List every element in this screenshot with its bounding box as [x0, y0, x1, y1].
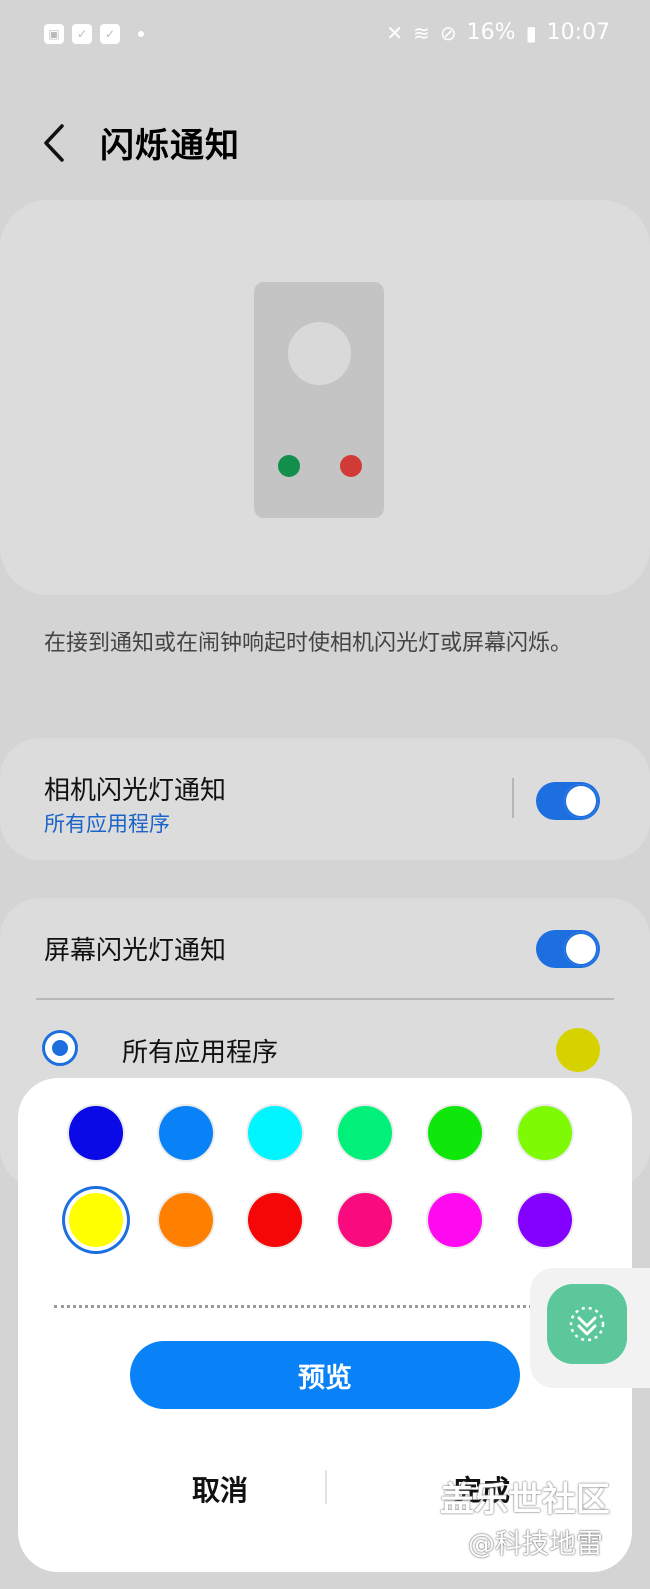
description-text: 在接到通知或在闹钟响起时使相机闪光灯或屏幕闪烁。 — [44, 631, 573, 656]
double-chevron-down-icon — [569, 1306, 605, 1342]
scroll-capture-button[interactable] — [547, 1284, 627, 1364]
color-swatch[interactable] — [69, 1106, 123, 1160]
camera-lens-illustration — [288, 322, 351, 385]
color-swatch[interactable] — [338, 1106, 392, 1160]
camera-flash-toggle[interactable] — [536, 782, 600, 820]
battery-icon: ▮ — [525, 20, 537, 45]
row-divider — [512, 778, 514, 818]
button-divider — [325, 1470, 327, 1504]
do-not-disturb-icon: ⊘ — [439, 20, 457, 45]
cancel-button[interactable]: 取消 — [140, 1464, 300, 1514]
dotted-divider — [54, 1305, 574, 1308]
notification-dot — [138, 31, 144, 37]
color-swatch[interactable] — [428, 1106, 482, 1160]
divider — [36, 998, 614, 1000]
color-swatch[interactable] — [518, 1106, 572, 1160]
battery-level: 16% — [466, 20, 516, 45]
camera-flash-subtitle: 所有应用程序 — [44, 812, 170, 836]
color-swatch[interactable] — [248, 1106, 302, 1160]
color-swatch[interactable] — [518, 1193, 572, 1247]
wifi-calling-icon: ≋ — [413, 20, 430, 45]
all-apps-label: 所有应用程序 — [122, 1038, 279, 1068]
color-swatch[interactable] — [248, 1193, 302, 1247]
color-swatch[interactable] — [159, 1193, 213, 1247]
color-swatch[interactable] — [69, 1193, 123, 1247]
status-bar: ▣ ✓ ✓ ✕ ≋ ⊘ 16% ▮ 10:07 — [0, 0, 650, 70]
camera-flash-title: 相机闪光灯通知 — [44, 776, 227, 806]
clock: 10:07 — [546, 20, 610, 45]
preview-button[interactable]: 预览 — [130, 1341, 520, 1409]
all-apps-radio[interactable] — [42, 1030, 78, 1066]
red-led-icon — [340, 455, 362, 477]
check-app-icon-2: ✓ — [100, 24, 120, 44]
gallery-icon: ▣ — [44, 24, 64, 44]
color-swatch[interactable] — [428, 1193, 482, 1247]
color-swatch[interactable] — [159, 1106, 213, 1160]
phone-illustration — [254, 282, 384, 518]
watermark-handle: @科技地雷 — [468, 1529, 603, 1560]
page-title: 闪烁通知 — [100, 126, 240, 166]
status-right-icons: ✕ ≋ ⊘ 16% ▮ 10:07 — [386, 20, 610, 45]
screen-flash-title: 屏幕闪光灯通知 — [44, 936, 227, 966]
check-app-icon: ✓ — [72, 24, 92, 44]
green-led-icon — [278, 455, 300, 477]
vibrate-mute-icon: ✕ — [386, 20, 404, 45]
back-icon[interactable] — [36, 118, 80, 168]
watermark-title: 盖乐世社区 — [440, 1480, 610, 1520]
color-swatch[interactable] — [338, 1193, 392, 1247]
current-color-swatch[interactable] — [556, 1028, 600, 1072]
screen-flash-toggle[interactable] — [536, 930, 600, 968]
status-left-icons: ▣ ✓ ✓ — [44, 24, 144, 44]
